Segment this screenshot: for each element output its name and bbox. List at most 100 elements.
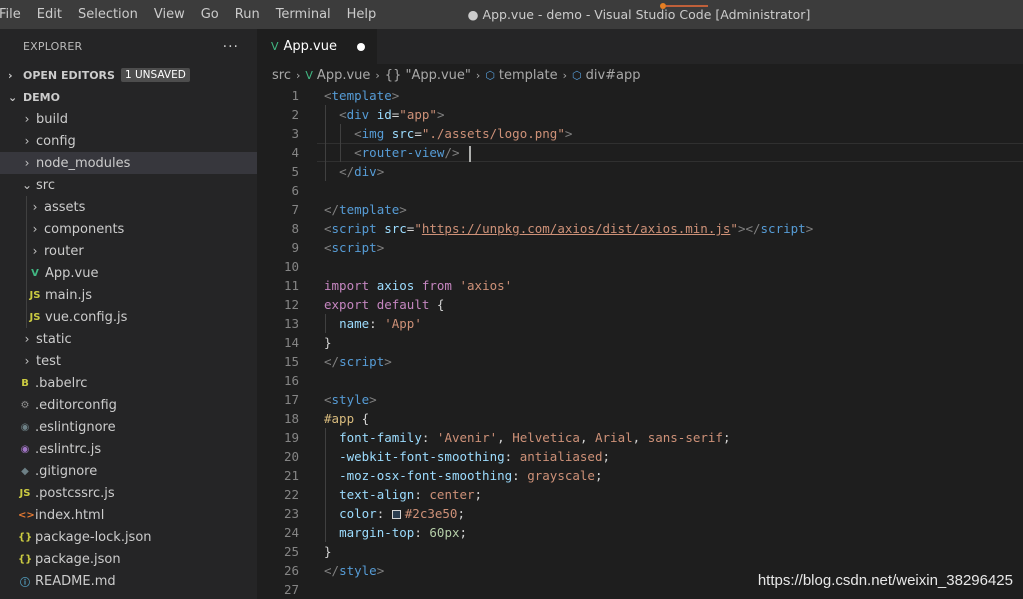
more-actions-icon[interactable]: ··· xyxy=(223,39,239,55)
tab-app-vue[interactable]: V App.vue xyxy=(257,29,377,64)
tag-icon: ⬡ xyxy=(485,68,495,82)
tree-item-label: build xyxy=(36,111,68,127)
code-token: < xyxy=(354,145,362,160)
code-line[interactable]: color: #2c3e50; xyxy=(324,504,1023,523)
text-cursor xyxy=(469,145,472,162)
tree-item-label: src xyxy=(36,177,55,193)
indent-guide xyxy=(26,284,27,306)
file-item[interactable]: ◉ .eslintrc.js xyxy=(0,438,257,460)
code-lines[interactable]: <template> <div id="app"> <img src="./as… xyxy=(324,86,1023,599)
code-token: : xyxy=(376,506,392,521)
file-item[interactable]: {} package-lock.json xyxy=(0,526,257,548)
folder-item[interactable]: › assets xyxy=(0,196,257,218)
tree-item-label: README.md xyxy=(35,573,116,589)
code-line[interactable]: text-align: center; xyxy=(324,485,1023,504)
breadcrumb-item[interactable]: ⬡ div#app xyxy=(572,68,641,83)
file-item[interactable]: ◉ .eslintignore xyxy=(0,416,257,438)
breadcrumb-item[interactable]: ⬡ template xyxy=(485,68,557,83)
code-line[interactable]: </div> xyxy=(324,162,1023,181)
unsaved-dot-icon[interactable] xyxy=(357,42,365,51)
line-number: 13 xyxy=(283,316,299,331)
code-token: template xyxy=(331,88,392,103)
folder-item[interactable]: › node_modules xyxy=(0,152,257,174)
line-number: 3 xyxy=(291,126,299,141)
code-line[interactable]: </script> xyxy=(324,352,1023,371)
breadcrumb-label: div#app xyxy=(585,67,641,83)
code-line[interactable]: export default { xyxy=(324,295,1023,314)
code-token: sans-serif xyxy=(647,430,723,445)
code-line[interactable]: import axios from 'axios' xyxy=(324,276,1023,295)
chevron-right-icon: › xyxy=(295,68,301,82)
menu-help[interactable]: Help xyxy=(339,0,385,29)
code-line[interactable]: <script src="https://unpkg.com/axios/dis… xyxy=(324,219,1023,238)
code-line[interactable]: <router-view/> xyxy=(324,143,1023,162)
code-line[interactable]: } xyxy=(324,542,1023,561)
file-item[interactable]: ⓘ README.md xyxy=(0,570,257,592)
breadcrumb-item[interactable]: V App.vue xyxy=(305,68,370,83)
code-token: ; xyxy=(459,525,468,540)
tab-label: App.vue xyxy=(283,39,337,54)
folder-item[interactable]: › router xyxy=(0,240,257,262)
folder-item[interactable]: › static xyxy=(0,328,257,350)
code-token: 60px xyxy=(429,525,460,540)
file-item[interactable]: ◆ .gitignore xyxy=(0,460,257,482)
file-item[interactable]: <> index.html xyxy=(0,504,257,526)
folder-item[interactable]: ⌄ src xyxy=(0,174,257,196)
file-item[interactable]: JS .postcssrc.js xyxy=(0,482,257,504)
folder-item[interactable]: › components xyxy=(0,218,257,240)
menu-selection[interactable]: Selection xyxy=(70,0,146,29)
code-line[interactable]: <template> xyxy=(324,86,1023,105)
code-line[interactable]: </template> xyxy=(324,200,1023,219)
menu-view[interactable]: View xyxy=(146,0,193,29)
chevron-right-icon: › xyxy=(32,244,38,258)
color-swatch-icon[interactable] xyxy=(391,510,401,519)
code-line[interactable]: <style> xyxy=(324,390,1023,409)
code-line[interactable]: font-family: 'Avenir', Helvetica, Arial,… xyxy=(324,428,1023,447)
open-editors-section[interactable]: › OPEN EDITORS 1 UNSAVED xyxy=(0,64,257,86)
code-token: : xyxy=(512,468,528,483)
code-line[interactable]: <script> xyxy=(324,238,1023,257)
folder-item[interactable]: › build xyxy=(0,108,257,130)
babel-file-icon: B xyxy=(21,377,29,389)
indent-guide xyxy=(26,196,27,218)
code-token: < xyxy=(324,221,332,236)
menu-run[interactable]: Run xyxy=(227,0,268,29)
watermark: https://blog.csdn.net/weixin_38296425 xyxy=(757,572,1013,589)
file-item[interactable]: JS vue.config.js xyxy=(0,306,257,328)
code-line[interactable]: -webkit-font-smoothing: antialiased; xyxy=(324,447,1023,466)
folder-item[interactable]: › config xyxy=(0,130,257,152)
code-editor[interactable]: 1 2 3 4 5 6 7 8 9 10 11 12 13 14 15 16 17 18 19 20 21 22 23 24 2… xyxy=(257,86,1023,599)
menu-edit[interactable]: Edit xyxy=(29,0,70,29)
breadcrumb-item[interactable]: src xyxy=(272,68,291,83)
code-line[interactable]: margin-top: 60px; xyxy=(324,523,1023,542)
code-line[interactable]: <img src="./assets/logo.png"> xyxy=(324,124,1023,143)
file-item[interactable]: B .babelrc xyxy=(0,372,257,394)
file-tree: › build › config › node_modules ⌄ src › assets › co… xyxy=(0,108,257,592)
code-line[interactable] xyxy=(324,257,1023,276)
line-number: 25 xyxy=(283,544,299,559)
code-token: font-family xyxy=(339,430,422,445)
breadcrumb-item[interactable]: {} "App.vue" xyxy=(385,68,471,83)
code-token: antialiased xyxy=(519,449,603,464)
menu-file[interactable]: File xyxy=(0,0,29,29)
file-item[interactable]: JS main.js xyxy=(0,284,257,306)
folder-item[interactable]: › test xyxy=(0,350,257,372)
code-line[interactable] xyxy=(324,181,1023,200)
code-line[interactable]: name: 'App' xyxy=(324,314,1023,333)
menu-terminal[interactable]: Terminal xyxy=(268,0,339,29)
tag-icon: ⬡ xyxy=(572,68,582,82)
menu-go[interactable]: Go xyxy=(193,0,227,29)
line-number: 21 xyxy=(283,468,299,483)
code-line[interactable]: #app { xyxy=(324,409,1023,428)
file-item[interactable]: V App.vue xyxy=(0,262,257,284)
code-line[interactable]: <div id="app"> xyxy=(324,105,1023,124)
code-line[interactable]: } xyxy=(324,333,1023,352)
code-line[interactable]: -moz-osx-font-smoothing: grayscale; xyxy=(324,466,1023,485)
code-token: > xyxy=(369,392,377,407)
project-section[interactable]: ⌄ DEMO xyxy=(0,86,257,108)
file-item[interactable]: {} package.json xyxy=(0,548,257,570)
code-line[interactable] xyxy=(324,371,1023,390)
file-item[interactable]: ⚙ .editorconfig xyxy=(0,394,257,416)
